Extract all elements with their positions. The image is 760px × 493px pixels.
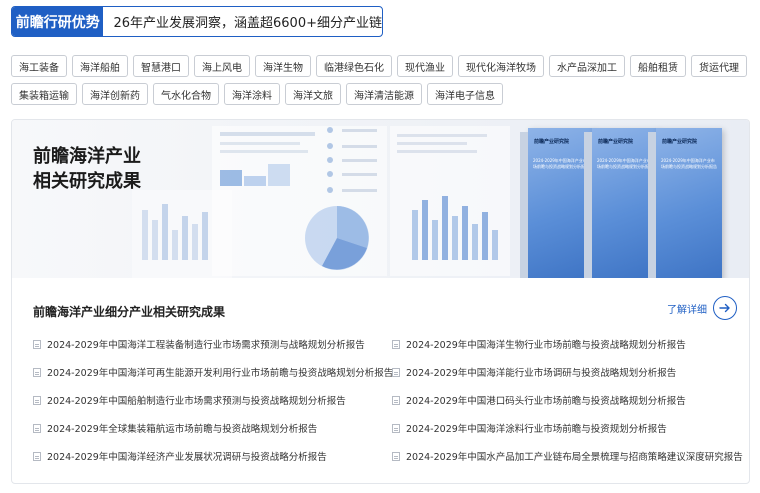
book-spine	[584, 132, 592, 278]
learn-more-link[interactable]: 了解详细	[667, 296, 737, 320]
book-spine	[520, 132, 528, 278]
document-icon	[33, 395, 41, 405]
section-title: 前瞻海洋产业细分产业相关研究成果	[33, 305, 226, 319]
industry-tag[interactable]: 海洋船舶	[72, 55, 128, 77]
report-list-item[interactable]: 2024-2029年中国船舶制造行业市场需求预测与投资战略规划分析报告	[33, 386, 392, 414]
report-list-item[interactable]: 2024-2029年中国海洋可再生能源开发利用行业市场前瞻与投资战略规划分析报告	[33, 358, 393, 386]
industry-tag[interactable]: 水产品深加工	[549, 55, 625, 77]
report-title[interactable]: 2024-2029年中国海洋涂料行业市场前瞻与投资规划分析报告	[406, 421, 667, 435]
research-banner: 前瞻海洋产业 相关研究成果 前瞻产业研究院 2024-2029年中国海洋产业市场…	[12, 120, 749, 278]
banner-title-line2: 相关研究成果	[33, 171, 141, 192]
industry-tag[interactable]: 智慧港口	[133, 55, 189, 77]
report-title[interactable]: 2024-2029年中国海洋能行业市场调研与投资战略规划分析报告	[406, 365, 676, 379]
industry-tag[interactable]: 海工装备	[11, 55, 67, 77]
report-list-item[interactable]: 2024-2029年中国海洋生物行业市场前瞻与投资战略规划分析报告	[392, 330, 733, 358]
banner-title: 前瞻海洋产业 相关研究成果	[33, 144, 141, 194]
document-icon	[392, 423, 400, 433]
report-list-item[interactable]: 2024-2029年中国港口码头行业市场前瞻与投资战略规划分析报告	[392, 386, 733, 414]
book-title: 2024-2029年中国海洋产业市场前瞻与投资战略规划分析报告	[533, 158, 589, 169]
report-title[interactable]: 2024-2029年中国海洋可再生能源开发利用行业市场前瞻与投资战略规划分析报告	[47, 365, 393, 379]
report-title[interactable]: 2024-2029年中国海洋经济产业发展状况调研与投资战略分析报告	[47, 449, 327, 463]
industry-tag[interactable]: 货运代理	[691, 55, 747, 77]
industry-tag[interactable]: 船舶租赁	[630, 55, 686, 77]
advantage-badge: 前瞻行研优势	[12, 7, 104, 36]
book-title: 2024-2029年中国海洋产业市场前瞻与投资战略规划分析报告	[661, 158, 717, 169]
report-title[interactable]: 2024-2029年中国港口码头行业市场前瞻与投资战略规划分析报告	[406, 393, 686, 407]
industry-tag[interactable]: 海洋电子信息	[427, 83, 503, 105]
report-title[interactable]: 2024-2029年全球集装箱航运市场前瞻与投资战略规划分析报告	[47, 421, 317, 435]
learn-more-button[interactable]	[713, 296, 737, 320]
learn-more-label[interactable]: 了解详细	[667, 301, 707, 316]
report-list-item[interactable]: 2024-2029年中国海洋经济产业发展状况调研与投资战略分析报告	[33, 442, 392, 470]
document-icon	[33, 339, 41, 349]
industry-tag[interactable]: 集装箱运输	[11, 83, 77, 105]
report-title[interactable]: 2024-2029年中国船舶制造行业市场需求预测与投资战略规划分析报告	[47, 393, 346, 407]
industry-tag[interactable]: 气水化合物	[153, 83, 219, 105]
industry-tag[interactable]: 海洋创新药	[82, 83, 148, 105]
report-title[interactable]: 2024-2029年中国海洋生物行业市场前瞻与投资战略规划分析报告	[406, 337, 686, 351]
document-icon	[392, 367, 400, 377]
research-card: 前瞻海洋产业 相关研究成果 前瞻产业研究院 2024-2029年中国海洋产业市场…	[11, 119, 750, 484]
report-title[interactable]: 2024-2029年中国水产品加工产业链布局全景梳理与招商策略建议深度研究报告	[406, 449, 743, 463]
book-brand: 前瞻产业研究院	[534, 139, 570, 145]
report-book-cover: 前瞻产业研究院 2024-2029年中国海洋产业市场前瞻与投资战略规划分析报告	[648, 128, 722, 278]
tag-row: 集装箱运输 海洋创新药 气水化合物 海洋涂料 海洋文旅 海洋清洁能源 海洋电子信息	[11, 83, 751, 105]
industry-tag[interactable]: 现代化海洋牧场	[458, 55, 544, 77]
industry-tag[interactable]: 现代渔业	[397, 55, 453, 77]
tag-row: 海工装备 海洋船舶 智慧港口 海上风电 海洋生物 临港绿色石化 现代渔业 现代化海洋牧场 水产品…	[11, 55, 751, 77]
report-list-item[interactable]: 2024-2029年中国海洋涂料行业市场前瞻与投资规划分析报告	[392, 414, 733, 442]
industry-tags: 海工装备 海洋船舶 智慧港口 海上风电 海洋生物 临港绿色石化 现代渔业 现代化海洋牧场 水产品…	[11, 55, 751, 111]
report-list: 2024-2029年中国海洋工程装备制造行业市场需求预测与战略规划分析报告 202…	[33, 330, 743, 470]
book-brand: 前瞻产业研究院	[598, 139, 634, 145]
document-icon	[33, 423, 41, 433]
report-list-item[interactable]: 2024-2029年全球集装箱航运市场前瞻与投资战略规划分析报告	[33, 414, 392, 442]
industry-tag[interactable]: 临港绿色石化	[316, 55, 392, 77]
book-title: 2024-2029年中国海洋产业市场前瞻与投资战略规划分析报告	[597, 158, 653, 169]
document-icon	[392, 395, 400, 405]
industry-tag[interactable]: 海上风电	[194, 55, 250, 77]
industry-tag[interactable]: 海洋文旅	[285, 83, 341, 105]
report-list-item[interactable]: 2024-2029年中国水产品加工产业链布局全景梳理与招商策略建议深度研究报告	[392, 442, 743, 470]
banner-title-line1: 前瞻海洋产业	[33, 146, 141, 167]
report-title[interactable]: 2024-2029年中国海洋工程装备制造行业市场需求预测与战略规划分析报告	[47, 337, 365, 351]
industry-tag[interactable]: 海洋清洁能源	[346, 83, 422, 105]
report-list-item[interactable]: 2024-2029年中国海洋能行业市场调研与投资战略规划分析报告	[392, 358, 733, 386]
document-icon	[392, 339, 400, 349]
document-icon	[33, 451, 41, 461]
document-icon	[33, 367, 41, 377]
industry-tag[interactable]: 海洋涂料	[224, 83, 280, 105]
book-spine	[648, 132, 656, 278]
advantage-slogan: 26年产业发展洞察，涵盖超6600+细分产业链	[113, 16, 382, 31]
book-brand: 前瞻产业研究院	[662, 139, 698, 145]
advantage-header: 前瞻行研优势 26年产业发展洞察，涵盖超6600+细分产业链	[11, 6, 383, 37]
document-icon	[392, 451, 400, 461]
arrow-right-icon	[719, 303, 730, 313]
report-list-item[interactable]: 2024-2029年中国海洋工程装备制造行业市场需求预测与战略规划分析报告	[33, 330, 392, 358]
industry-tag[interactable]: 海洋生物	[255, 55, 311, 77]
